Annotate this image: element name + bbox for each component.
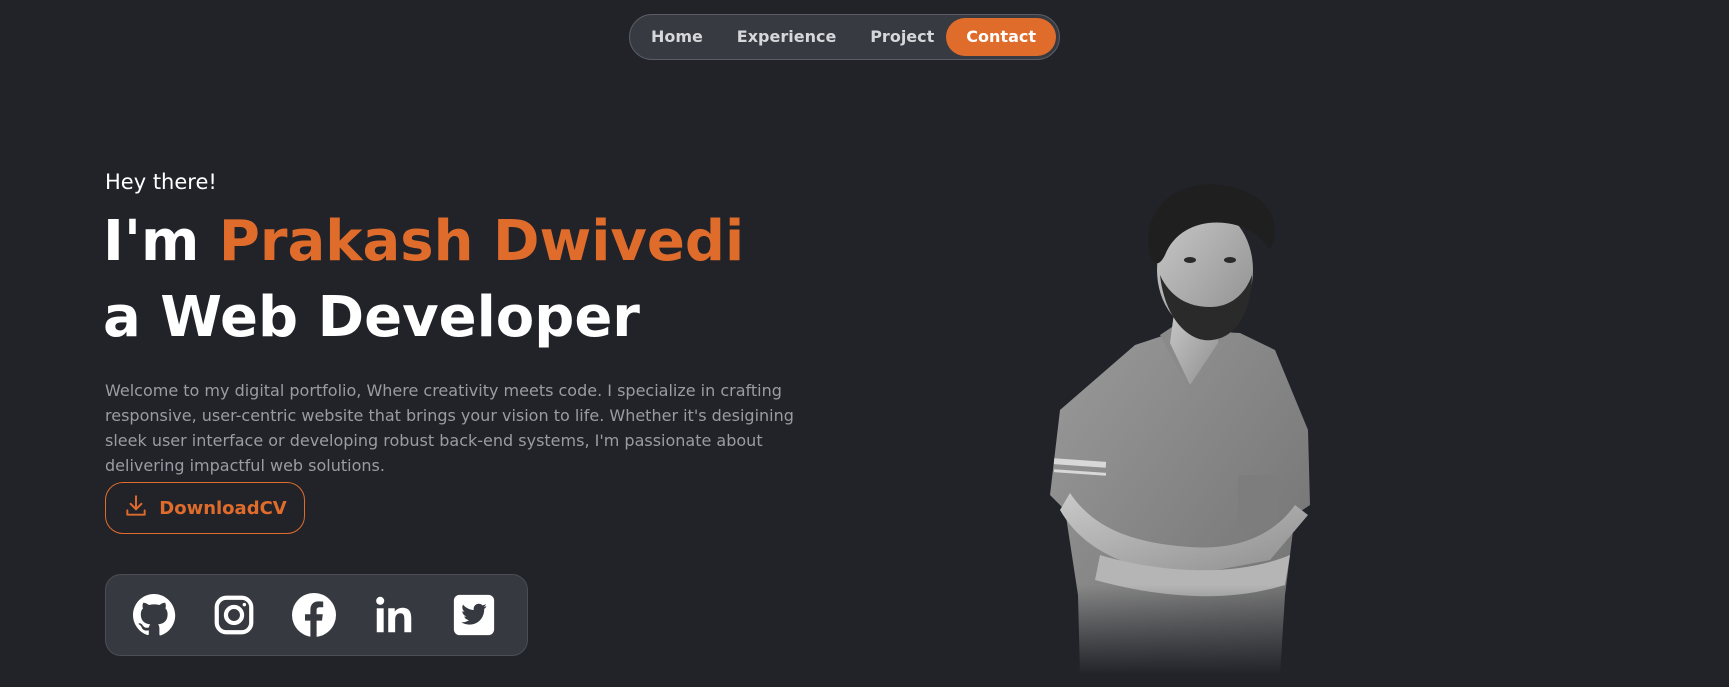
nav-home[interactable]: Home: [639, 18, 715, 56]
social-links: [105, 574, 528, 656]
nav-experience[interactable]: Experience: [725, 18, 849, 56]
top-navigation: Home Experience Project Contact: [629, 14, 1060, 60]
hero-name: Prakash Dwivedi: [218, 209, 745, 274]
profile-photo: [1040, 175, 1360, 675]
download-cv-button[interactable]: DownloadCV: [105, 482, 305, 534]
linkedin-icon[interactable]: [370, 591, 418, 639]
twitter-icon[interactable]: [450, 591, 498, 639]
hero-role: a Web Developer: [103, 285, 640, 350]
intro-prefix: I'm: [103, 209, 219, 274]
instagram-icon[interactable]: [210, 591, 258, 639]
hero-headline-name: I'm Prakash Dwivedi: [103, 210, 744, 274]
facebook-icon[interactable]: [290, 591, 338, 639]
hero-greeting: Hey there!: [105, 170, 217, 194]
hero-description: Welcome to my digital portfolio, Where c…: [105, 381, 794, 475]
portfolio-page: Home Experience Project Contact Hey ther…: [0, 0, 1729, 687]
download-icon: [123, 493, 149, 523]
download-cv-label: DownloadCV: [159, 497, 287, 519]
nav-contact[interactable]: Contact: [946, 18, 1056, 56]
nav-project[interactable]: Project: [858, 18, 946, 56]
github-icon[interactable]: [130, 591, 178, 639]
